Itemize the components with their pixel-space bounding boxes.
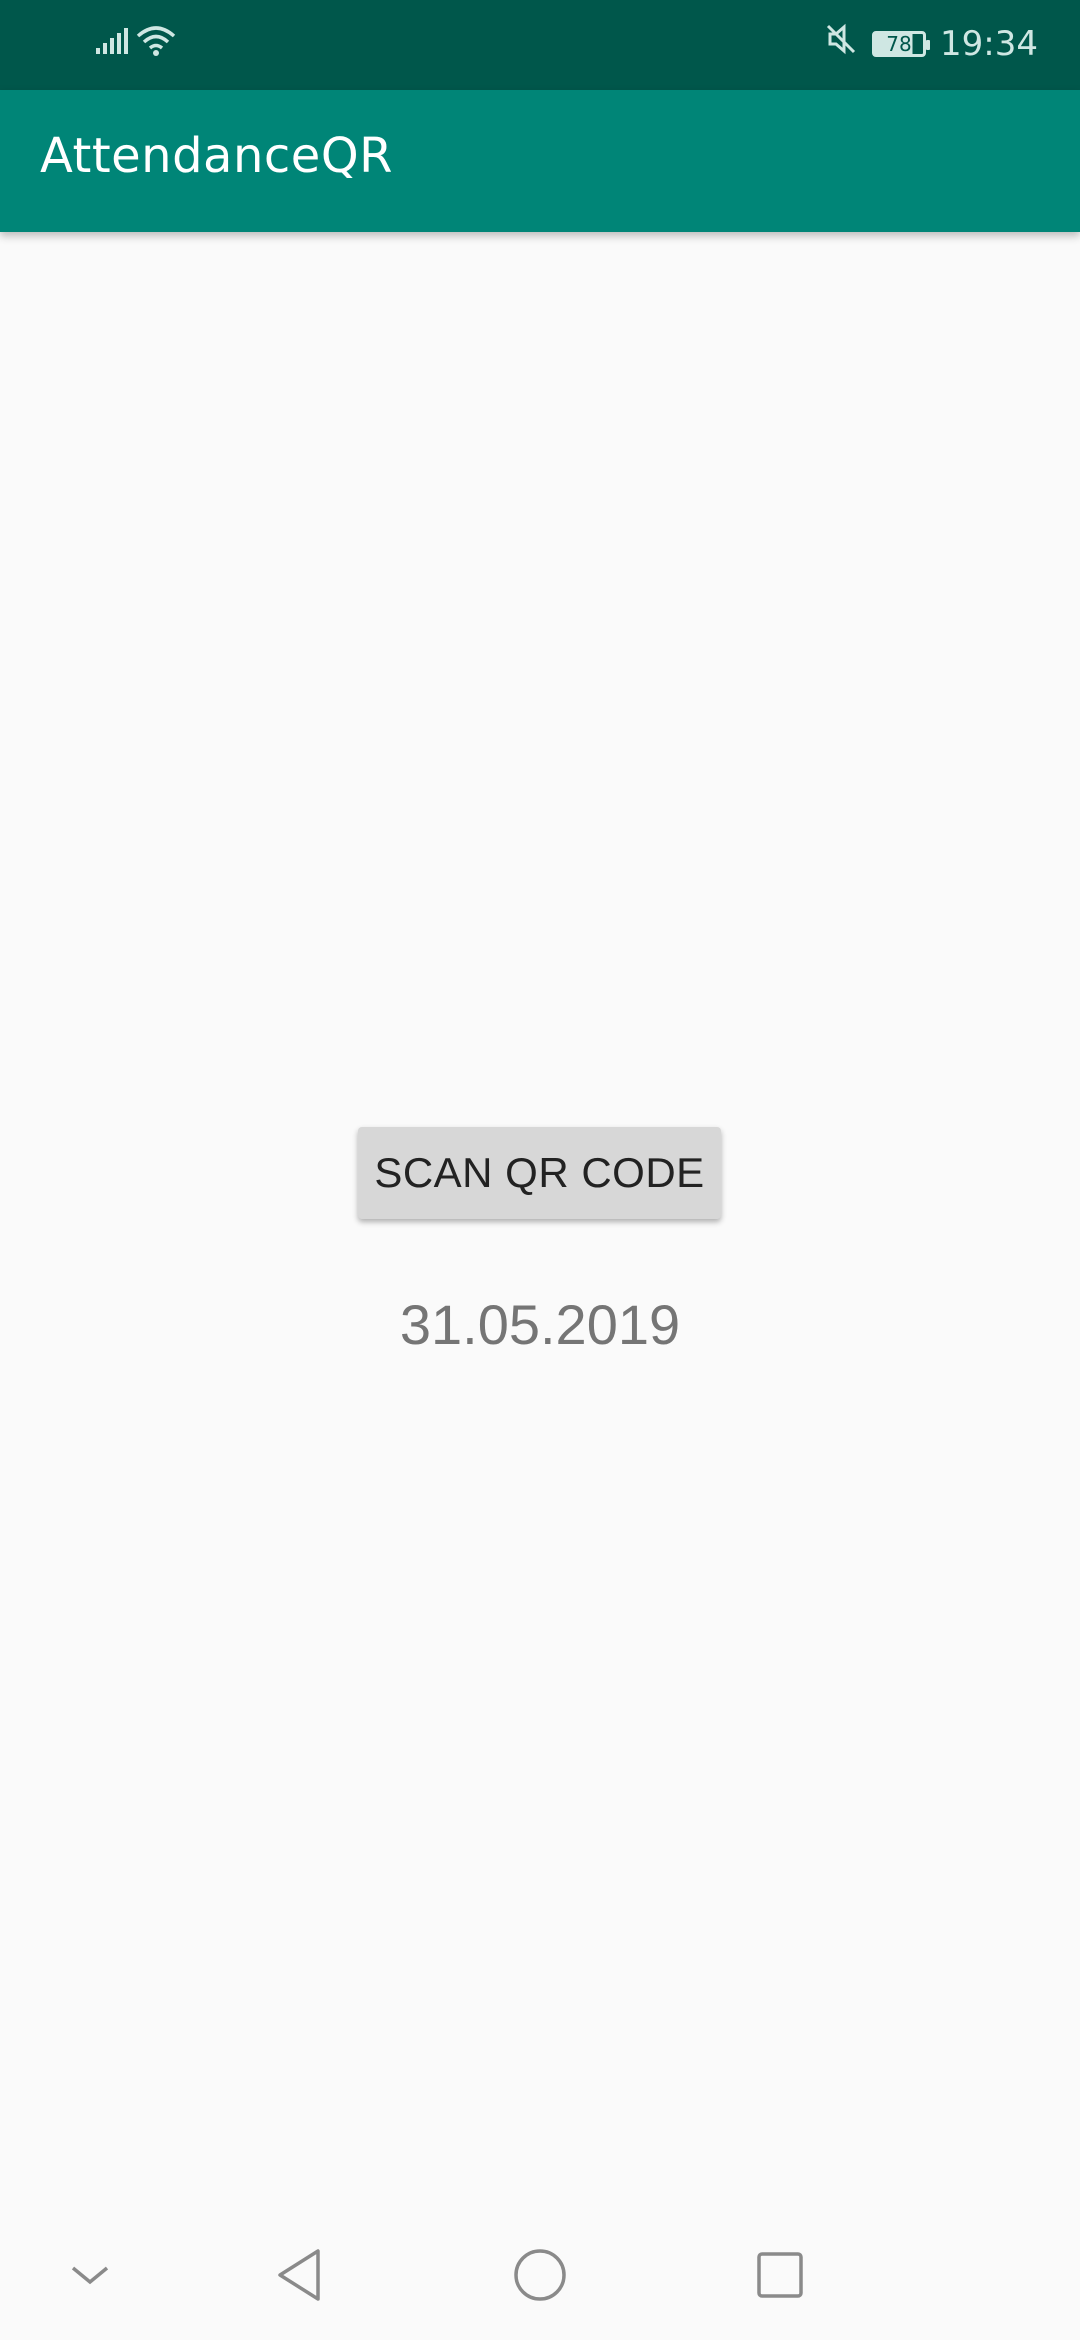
app-title: AttendanceQR <box>40 128 393 184</box>
battery-level: 78 <box>886 31 912 56</box>
wifi-icon <box>136 24 176 62</box>
signal-icon <box>94 26 128 60</box>
clock: 19:34 <box>940 23 1038 64</box>
app-bar: AttendanceQR <box>0 90 1080 232</box>
status-left <box>94 24 176 62</box>
collapse-button[interactable] <box>50 2237 130 2317</box>
screen: 78 19:34 AttendanceQR SCAN QR CODE 31.05… <box>0 0 1080 2340</box>
navigation-bar <box>0 2215 1080 2340</box>
home-button[interactable] <box>500 2237 580 2317</box>
recents-icon <box>755 2250 805 2304</box>
home-icon <box>512 2247 568 2307</box>
collapse-icon <box>67 2260 113 2294</box>
date-label: 31.05.2019 <box>399 1293 681 1356</box>
mute-icon <box>824 22 858 65</box>
recents-button[interactable] <box>740 2237 820 2317</box>
scan-qr-code-button[interactable]: SCAN QR CODE <box>358 1127 721 1219</box>
battery-icon: 78 <box>872 30 931 57</box>
status-bar: 78 19:34 <box>0 0 1080 90</box>
status-right: 78 19:34 <box>824 22 1038 65</box>
back-icon <box>274 2247 326 2307</box>
back-button[interactable] <box>260 2237 340 2317</box>
